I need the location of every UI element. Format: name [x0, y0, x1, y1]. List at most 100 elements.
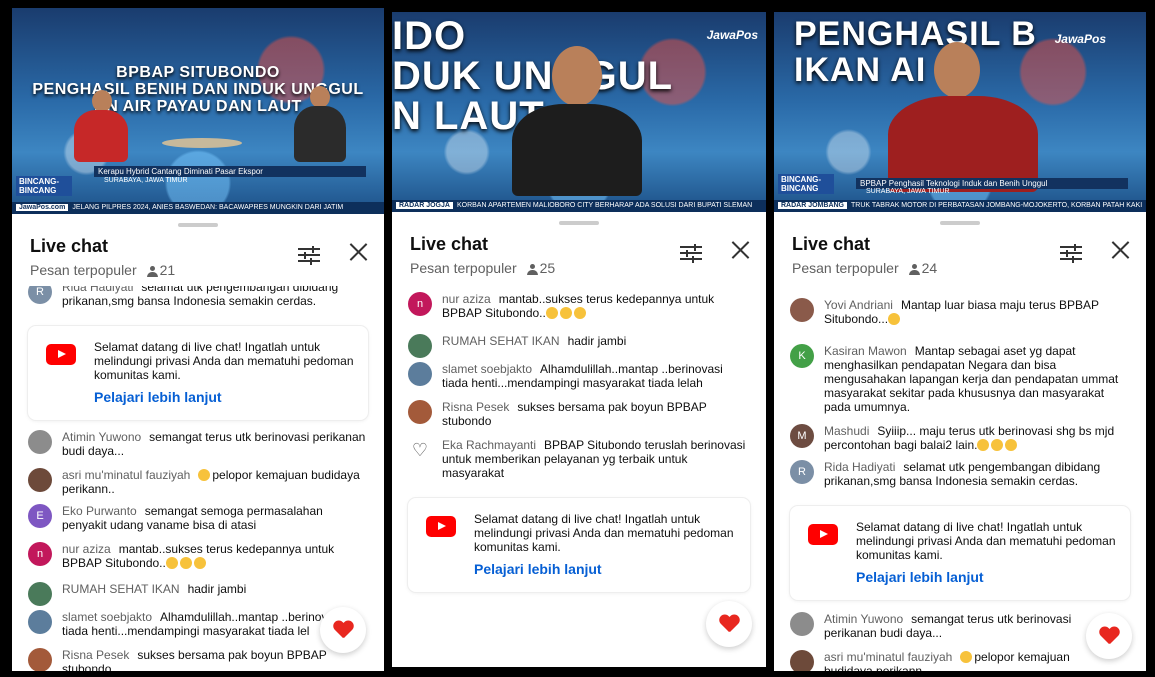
avatar: n	[408, 292, 432, 316]
chat-filter-label[interactable]: Pesan terpopuler 25	[410, 260, 555, 276]
avatar: n	[28, 542, 52, 566]
live-chat-sheet: Live chat Pesan terpopuler 25 n nur aziza…	[392, 212, 766, 667]
heart-button[interactable]	[320, 607, 366, 653]
drag-handle[interactable]	[178, 223, 218, 227]
filter-icon[interactable]	[680, 242, 702, 263]
chat-message[interactable]: RUMAH SEHAT IKAN hadir jambi	[28, 582, 370, 606]
chat-message[interactable]: K Kasiran Mawon Mantap sebagai aset yg da…	[790, 344, 1132, 414]
ticker-brand: RADAR JOMBANG	[778, 202, 847, 209]
program-logo: BINCANG-BINCANG	[778, 174, 834, 194]
heart-icon	[333, 621, 353, 641]
video-location: SURABAYA, JAWA TIMUR	[866, 188, 950, 195]
video-player[interactable]: PENGHASIL B IKAN AI JawaPos BPBAP Pengha…	[774, 12, 1146, 212]
message-author: RUMAH SEHAT IKAN	[62, 582, 180, 596]
viewer-count: 25	[539, 260, 556, 276]
ticker-text: TRUK TABRAK MOTOR DI PERBATASAN JOMBANG-…	[851, 202, 1143, 209]
flexed-biceps-emoji-icon	[1005, 439, 1018, 451]
thumbs-up-emoji-icon	[977, 439, 990, 451]
news-ticker: JawaPos.com JELANG PILPRES 2024, ANIES BA…	[12, 202, 384, 214]
chat-message[interactable]: ♡ Eka Rachmayanti BPBAP Situbondo terusla…	[408, 438, 752, 480]
thumbs-up-emoji-icon	[960, 651, 973, 663]
ticker-brand: JawaPos.com	[16, 204, 69, 211]
viewer-icon	[908, 264, 920, 275]
avatar: K	[790, 344, 814, 368]
chat-message[interactable]: slamet soebjakto Alhamdulillah..mantap ..…	[28, 610, 344, 638]
chat-message[interactable]: n nur aziza mantab..sukses terus kedepann…	[28, 542, 370, 570]
chat-message[interactable]: n nur aziza mantab..sukses terus kedepann…	[408, 292, 752, 320]
chat-title: Live chat	[792, 234, 871, 254]
message-author: Eka Rachmayanti	[442, 438, 537, 452]
channel-brand: JawaPos	[706, 28, 758, 42]
message-author: Eko Purwanto	[62, 504, 137, 518]
learn-more-link[interactable]: Pelajari lebih lanjut	[94, 389, 222, 405]
chat-message[interactable]: M Mashudi Syiiip... maju terus utk berino…	[790, 424, 1132, 452]
viewer-icon	[526, 264, 538, 275]
chat-header: Live chat Pesan terpopuler 25	[410, 234, 752, 282]
message-author: slamet soebjakto	[62, 610, 153, 624]
avatar	[408, 334, 432, 358]
close-icon[interactable]	[728, 238, 752, 262]
ticker-text: KORBAN APARTEMEN MALIOBORO CITY BERHARAP…	[456, 202, 753, 209]
heart-button[interactable]	[706, 601, 752, 647]
chat-title: Live chat	[30, 236, 109, 256]
thumbs-up-emoji-icon	[573, 307, 586, 319]
message-author: asri mu'minatul fauziyah	[824, 650, 953, 664]
heart-button[interactable]	[1086, 613, 1132, 659]
news-ticker: RADAR JOMBANG TRUK TABRAK MOTOR DI PERBAT…	[774, 200, 1146, 212]
close-icon[interactable]	[346, 240, 370, 264]
drag-handle[interactable]	[940, 221, 980, 225]
live-chat-sheet: Live chat Pesan terpopuler 21 R Rida Hadi…	[12, 214, 384, 671]
learn-more-link[interactable]: Pelajari lebih lanjut	[856, 569, 984, 585]
chat-message[interactable]: slamet soebjakto Alhamdulillah..mantap ..…	[408, 362, 752, 390]
message-author: Risna Pesek	[442, 400, 510, 414]
welcome-card: Selamat datang di live chat! Ingatlah un…	[790, 506, 1130, 600]
filter-icon[interactable]	[1060, 242, 1082, 263]
welcome-text: Selamat datang di live chat! Ingatlah un…	[474, 512, 734, 554]
video-player[interactable]: IDO DUK UNGGUL N LAUT JawaPos RADAR JOGJ…	[392, 12, 766, 212]
drag-handle[interactable]	[559, 221, 599, 225]
avatar	[28, 468, 52, 492]
video-caption: Kerapu Hybrid Cantang Diminati Pasar Eks…	[94, 166, 366, 177]
live-chat-sheet: Live chat Pesan terpopuler 24 Yovi Andria…	[774, 212, 1146, 671]
close-icon[interactable]	[1108, 238, 1132, 262]
chat-message[interactable]: Risna Pesek sukses bersama pak boyun BPBA…	[28, 648, 344, 671]
chat-message[interactable]: Atimin Yuwono semangat terus utk berinova…	[790, 612, 1086, 640]
chat-screenshot-2: IDO DUK UNGGUL N LAUT JawaPos RADAR JOGJ…	[392, 12, 766, 667]
chat-message[interactable]: Yovi Andriani Mantap luar biasa maju teru…	[790, 298, 1132, 326]
youtube-icon	[46, 344, 76, 365]
chat-message[interactable]: R Rida Hadiyati selamat utk pengembangan …	[790, 460, 1132, 488]
video-headline: PENGHASIL B IKAN AI	[794, 15, 1037, 89]
message-author: Mashudi	[824, 424, 870, 438]
chat-mode[interactable]: Pesan terpopuler	[792, 260, 899, 276]
message-text: hadir jambi	[187, 582, 247, 596]
studio-table	[162, 138, 242, 148]
chat-screenshot-3: PENGHASIL B IKAN AI JawaPos BPBAP Pengha…	[774, 12, 1146, 671]
chat-header: Live chat Pesan terpopuler 21	[30, 236, 370, 284]
viewer-count: 24	[921, 260, 938, 276]
chat-message[interactable]: RUMAH SEHAT IKAN hadir jambi	[408, 334, 752, 358]
chat-filter-label[interactable]: Pesan terpopuler 21	[30, 262, 175, 278]
chat-message[interactable]: R Rida Hadiyati selamat utk pengembangan …	[28, 286, 370, 308]
filter-icon[interactable]	[298, 244, 320, 265]
heart-icon	[1099, 627, 1119, 647]
message-author: Risna Pesek	[62, 648, 130, 662]
thumbs-up-emoji-icon	[198, 469, 211, 481]
chat-message[interactable]: Atimin Yuwono semangat terus utk berinova…	[28, 430, 370, 458]
message-author: slamet soebjakto	[442, 362, 533, 376]
chat-screenshot-1: BPBAP SITUBONDO PENGHASIL BENIH DAN INDU…	[12, 8, 384, 671]
message-author: Atimin Yuwono	[62, 430, 142, 444]
message-author: nur aziza	[62, 542, 111, 556]
video-player[interactable]: BPBAP SITUBONDO PENGHASIL BENIH DAN INDU…	[12, 8, 384, 214]
learn-more-link[interactable]: Pelajari lebih lanjut	[474, 561, 602, 577]
chat-mode[interactable]: Pesan terpopuler	[30, 262, 137, 278]
flexed-biceps-emoji-icon	[991, 439, 1004, 451]
chat-message[interactable]: asri mu'minatul fauziyah pelopor kemajuan…	[790, 650, 1086, 671]
avatar	[408, 400, 432, 424]
thumbs-up-emoji-icon	[193, 557, 206, 569]
chat-message[interactable]: Risna Pesek sukses bersama pak boyun BPBA…	[408, 400, 752, 428]
chat-message[interactable]: E Eko Purwanto semangat semoga permasalah…	[28, 504, 370, 532]
message-author: Atimin Yuwono	[824, 612, 904, 626]
chat-mode[interactable]: Pesan terpopuler	[410, 260, 517, 276]
chat-filter-label[interactable]: Pesan terpopuler 24	[792, 260, 937, 276]
chat-message[interactable]: asri mu'minatul fauziyah pelopor kemajuan…	[28, 468, 370, 496]
